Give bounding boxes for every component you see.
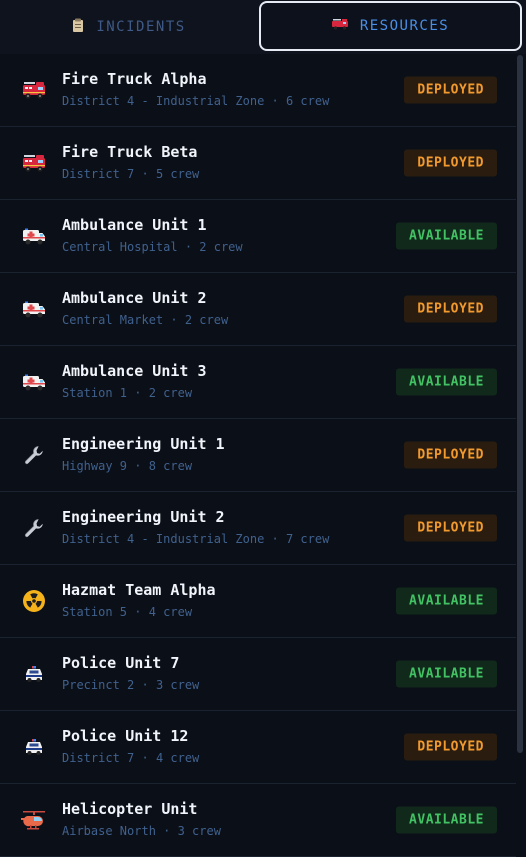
meta-separator: · [155,824,178,838]
ambulance-icon [21,296,47,322]
resource-row[interactable]: Police Unit 7 Precinct 2 · 3 crew AVAILABL… [0,638,516,711]
status-badge: DEPLOYED [404,514,497,542]
resource-crew: 2 crew [199,240,243,254]
police-car-icon [21,661,47,687]
resource-row[interactable]: Ambulance Unit 3 Station 1 · 2 crew AVAILA… [0,346,516,419]
resource-location: Station 1 [62,386,128,400]
resource-row[interactable]: Hazmat Team Alpha Station 5 · 4 crew AVAIL… [0,565,516,638]
resource-name: Fire Truck Beta [62,143,198,161]
status-badge: DEPLOYED [404,295,497,323]
meta-separator: · [127,605,149,619]
resource-row[interactable]: Fire Truck Beta District 7 · 5 crew DEPLOY… [0,127,516,200]
resource-row[interactable]: Ambulance Unit 2 Central Market · 2 crew D… [0,273,516,346]
resource-crew: 4 crew [155,751,200,765]
resource-crew: 3 crew [155,678,200,692]
status-badge: AVAILABLE [396,806,497,834]
resource-meta: Highway 9 · 8 crew [62,459,192,473]
resource-location: Airbase North [62,824,156,838]
resource-name: Ambulance Unit 1 [62,216,207,234]
resource-meta: Station 1 · 2 crew [62,386,192,400]
resource-location: Highway 9 [62,459,128,473]
status-badge: DEPLOYED [404,733,497,761]
meta-separator: · [264,94,286,108]
tab-incidents[interactable]: INCIDENTS [0,1,258,52]
tab-resources[interactable]: RESOURCES [259,1,522,51]
meta-separator: · [134,678,156,692]
tab-incidents-label: INCIDENTS [96,18,186,35]
resource-name: Fire Truck Alpha [62,70,207,88]
status-badge: DEPLOYED [404,149,497,177]
meta-separator: · [134,167,156,181]
resource-location: District 7 [62,167,135,181]
resource-name: Hazmat Team Alpha [62,581,216,599]
resource-location: Central Market [62,313,164,327]
resource-meta: Airbase North · 3 crew [62,824,221,838]
status-badge: DEPLOYED [404,76,497,104]
resource-location: Central Hospital [62,240,178,254]
police-car-icon [21,734,47,760]
wrench-icon [21,442,47,468]
scrollbar[interactable] [516,54,526,824]
resource-crew: 7 crew [285,532,330,546]
resource-crew: 4 crew [148,605,193,619]
resource-row[interactable]: Engineering Unit 1 Highway 9 · 8 crew DEPL… [0,419,516,492]
resource-meta: Station 5 · 4 crew [62,605,192,619]
resource-name: Ambulance Unit 2 [62,289,207,307]
helicopter-icon [21,807,47,833]
status-badge: AVAILABLE [396,660,497,688]
fire-engine-icon [21,150,47,176]
wrench-icon [21,515,47,541]
resource-meta: District 4 - Industrial Zone · 7 crew [62,532,329,546]
radioactive-icon [21,588,47,614]
resource-name: Police Unit 7 [62,654,180,672]
resource-meta: District 7 · 5 crew [62,167,199,181]
meta-separator: · [127,459,149,473]
resource-name: Police Unit 12 [62,727,189,745]
resource-meta: Central Market · 2 crew [62,313,228,327]
fire-engine-icon [21,77,47,103]
resource-crew: 8 crew [148,459,193,473]
meta-separator: · [264,532,286,546]
resource-location: Precinct 2 [62,678,135,692]
status-badge: AVAILABLE [396,368,497,396]
resource-row[interactable]: Fire Truck Alpha District 4 - Industrial … [0,54,516,127]
resource-name: Helicopter Unit [62,800,198,818]
resource-meta: District 4 - Industrial Zone · 6 crew [62,94,329,108]
resource-row[interactable]: Engineering Unit 2 District 4 - Industria… [0,492,516,565]
scrollbar-thumb[interactable] [517,55,523,753]
clipboard-icon [72,18,84,36]
meta-separator: · [163,313,185,327]
resource-location: District 4 - Industrial Zone [62,532,265,546]
resource-crew: 2 crew [184,313,229,327]
resource-crew: 2 crew [148,386,193,400]
resource-meta: Central Hospital · 2 crew [62,240,243,254]
resource-location: District 7 [62,751,135,765]
resource-list: Fire Truck Alpha District 4 - Industrial … [0,54,516,857]
ambulance-icon [21,223,47,249]
status-badge: AVAILABLE [396,587,497,615]
resource-row[interactable]: Helicopter Unit Airbase North · 3 crew AVA… [0,784,516,857]
meta-separator: · [177,240,200,254]
resource-row[interactable]: Ambulance Unit 1 Central Hospital · 2 cre… [0,200,516,273]
resource-meta: Precinct 2 · 3 crew [62,678,199,692]
resource-location: Station 5 [62,605,128,619]
resource-meta: District 7 · 4 crew [62,751,199,765]
resource-name: Engineering Unit 1 [62,435,225,453]
status-badge: DEPLOYED [404,441,497,469]
ambulance-icon [21,369,47,395]
meta-separator: · [134,751,156,765]
resource-crew: 5 crew [155,167,200,181]
resource-crew: 3 crew [177,824,221,838]
meta-separator: · [127,386,149,400]
resource-crew: 6 crew [285,94,330,108]
resource-name: Ambulance Unit 3 [62,362,207,380]
tab-bar: INCIDENTS RESOURCES [0,0,526,55]
resource-row[interactable]: Police Unit 12 District 7 · 4 crew DEPLOYE… [0,711,516,784]
fire-engine-icon [331,18,348,34]
resource-name: Engineering Unit 2 [62,508,225,526]
status-badge: AVAILABLE [396,222,497,250]
tab-resources-label: RESOURCES [359,18,450,34]
resource-location: District 4 - Industrial Zone [62,94,265,108]
